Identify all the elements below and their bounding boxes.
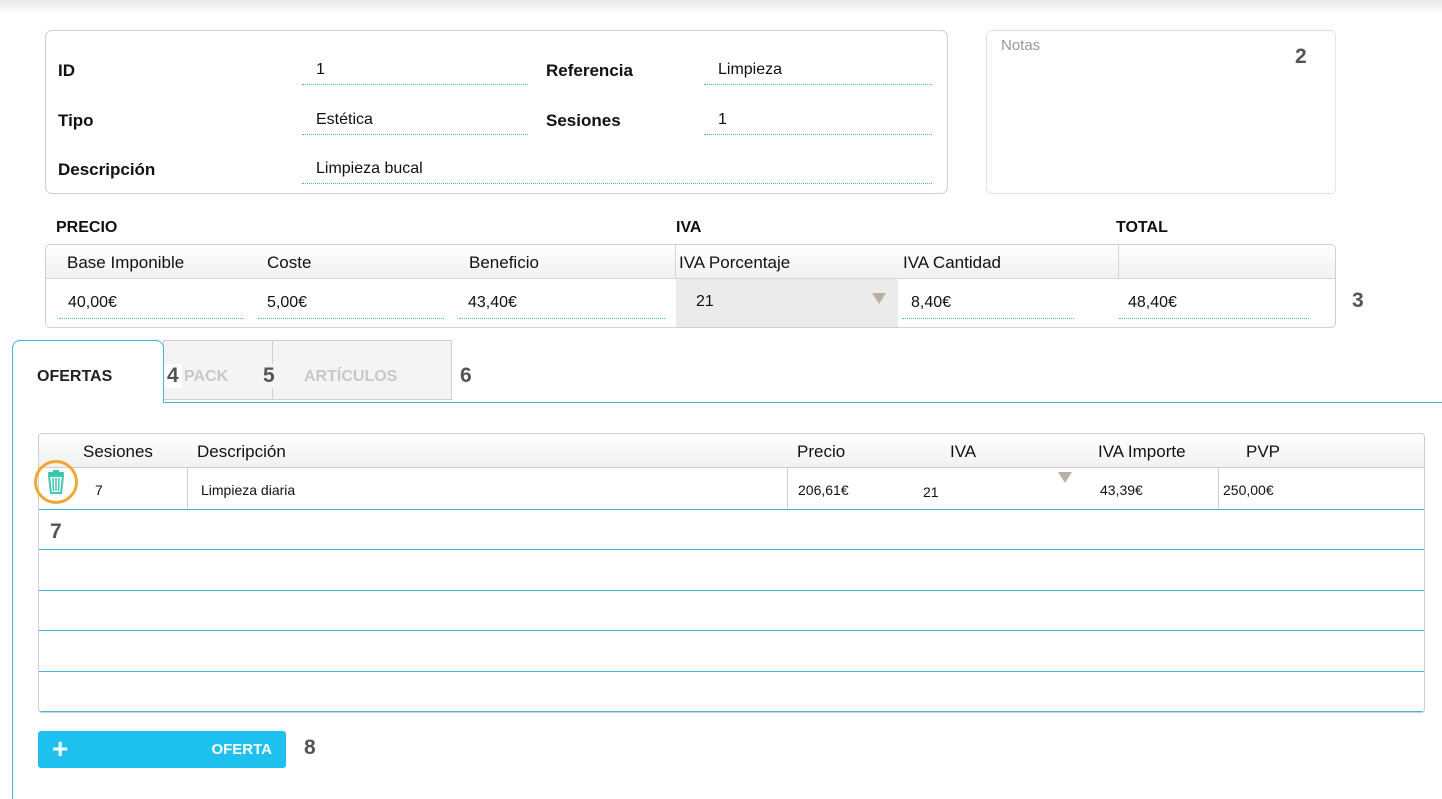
descripcion-label: Descripción [58, 160, 156, 179]
offers-table: Sesiones Descripción Precio IVA IVA Impo… [38, 433, 1425, 713]
trash-icon [47, 470, 65, 494]
row-separator [39, 671, 1424, 672]
cell-divider [787, 468, 788, 509]
tab-ofertas[interactable]: OFERTAS [12, 340, 164, 403]
column-header: Precio [797, 442, 846, 461]
iva-porcentaje-select[interactable]: 21 [676, 279, 898, 327]
notes-textarea[interactable]: Notas [986, 30, 1336, 194]
total-field[interactable]: 48,40€ [1119, 291, 1309, 319]
precio-title: PRECIO [56, 219, 118, 236]
sesiones-label: Sesiones [546, 111, 621, 130]
id-field[interactable]: 1 [302, 57, 528, 85]
panel-border [12, 352, 13, 799]
tab-articulos[interactable]: ARTÍCULOS [272, 340, 452, 400]
price-header: Base Imponible Coste Beneficio IVA Porce… [46, 245, 1335, 279]
cell-divider [187, 468, 188, 509]
id-label: ID [58, 61, 75, 80]
descripcion-field[interactable]: Limpieza bucal [302, 156, 932, 184]
tab-pack-label: PACK [184, 368, 229, 385]
row-iva-select[interactable]: 21 [923, 484, 939, 500]
column-header: PVP [1246, 442, 1281, 461]
header-divider [675, 245, 676, 279]
plus-icon: + [52, 733, 69, 764]
price-table: Base Imponible Coste Beneficio IVA Porce… [45, 244, 1336, 328]
sesiones-field[interactable]: 1 [704, 107, 932, 135]
info-panel: ID 1 Referencia Limpieza Tipo Estética S… [45, 30, 948, 194]
beneficio-field[interactable]: 43,40€ [459, 291, 665, 319]
base-imponible-field[interactable]: 40,00€ [59, 291, 243, 319]
tab-ofertas-label: OFERTAS [37, 368, 113, 385]
tab-articulos-label: ARTÍCULOS [304, 368, 398, 385]
row-iva-importe[interactable]: 43,39€ [1100, 482, 1143, 498]
total-title: TOTAL [1116, 219, 1168, 236]
row-pvp[interactable]: 250,00€ [1223, 482, 1274, 498]
row-descripcion[interactable]: Limpieza diaria [201, 482, 295, 498]
delete-offer-button[interactable] [34, 460, 78, 504]
dropdown-arrow-icon [1058, 472, 1072, 483]
callout-6: 6 [460, 364, 472, 387]
header-coste: Coste [267, 253, 312, 272]
offers-table-header: Sesiones Descripción Precio IVA IVA Impo… [39, 434, 1424, 468]
callout-5: 5 [260, 364, 278, 388]
column-header: IVA [950, 442, 977, 461]
column-header: Descripción [197, 442, 286, 461]
iva-title: IVA [676, 219, 702, 236]
add-oferta-label: OFERTA [211, 741, 272, 758]
callout-3: 3 [1352, 289, 1364, 312]
tabs-baseline [163, 402, 1442, 403]
referencia-label: Referencia [546, 61, 633, 80]
tipo-label: Tipo [58, 111, 94, 130]
row-separator [39, 630, 1424, 631]
header-beneficio: Beneficio [469, 253, 539, 272]
row-sesiones[interactable]: 7 [95, 482, 103, 498]
row-separator [39, 549, 1424, 550]
referencia-field[interactable]: Limpieza [704, 57, 932, 85]
iva-porcentaje-value: 21 [696, 293, 714, 310]
add-oferta-button[interactable]: + OFERTA [38, 731, 286, 768]
header-iva-porcentaje: IVA Porcentaje [679, 253, 791, 272]
header-base-imponible: Base Imponible [67, 253, 185, 272]
dropdown-arrow-icon [872, 293, 886, 304]
iva-cantidad-field[interactable]: 8,40€ [902, 291, 1074, 319]
row-separator [39, 711, 1424, 712]
header-iva-cantidad: IVA Cantidad [903, 253, 1001, 272]
column-header: Sesiones [83, 442, 153, 461]
row-separator [39, 509, 1424, 510]
cell-divider [1218, 468, 1219, 509]
callout-8: 8 [304, 736, 316, 759]
header-divider [1118, 245, 1119, 279]
callout-2: 2 [1295, 45, 1307, 68]
top-shadow [0, 0, 1442, 14]
row-separator [39, 590, 1424, 591]
notes-label: Notas [1001, 37, 1041, 54]
tipo-field[interactable]: Estética [302, 107, 528, 135]
coste-field[interactable]: 5,00€ [258, 291, 444, 319]
column-header: IVA Importe [1098, 442, 1186, 461]
callout-4: 4 [164, 364, 182, 388]
callout-7: 7 [50, 520, 62, 543]
row-precio[interactable]: 206,61€ [798, 482, 849, 498]
